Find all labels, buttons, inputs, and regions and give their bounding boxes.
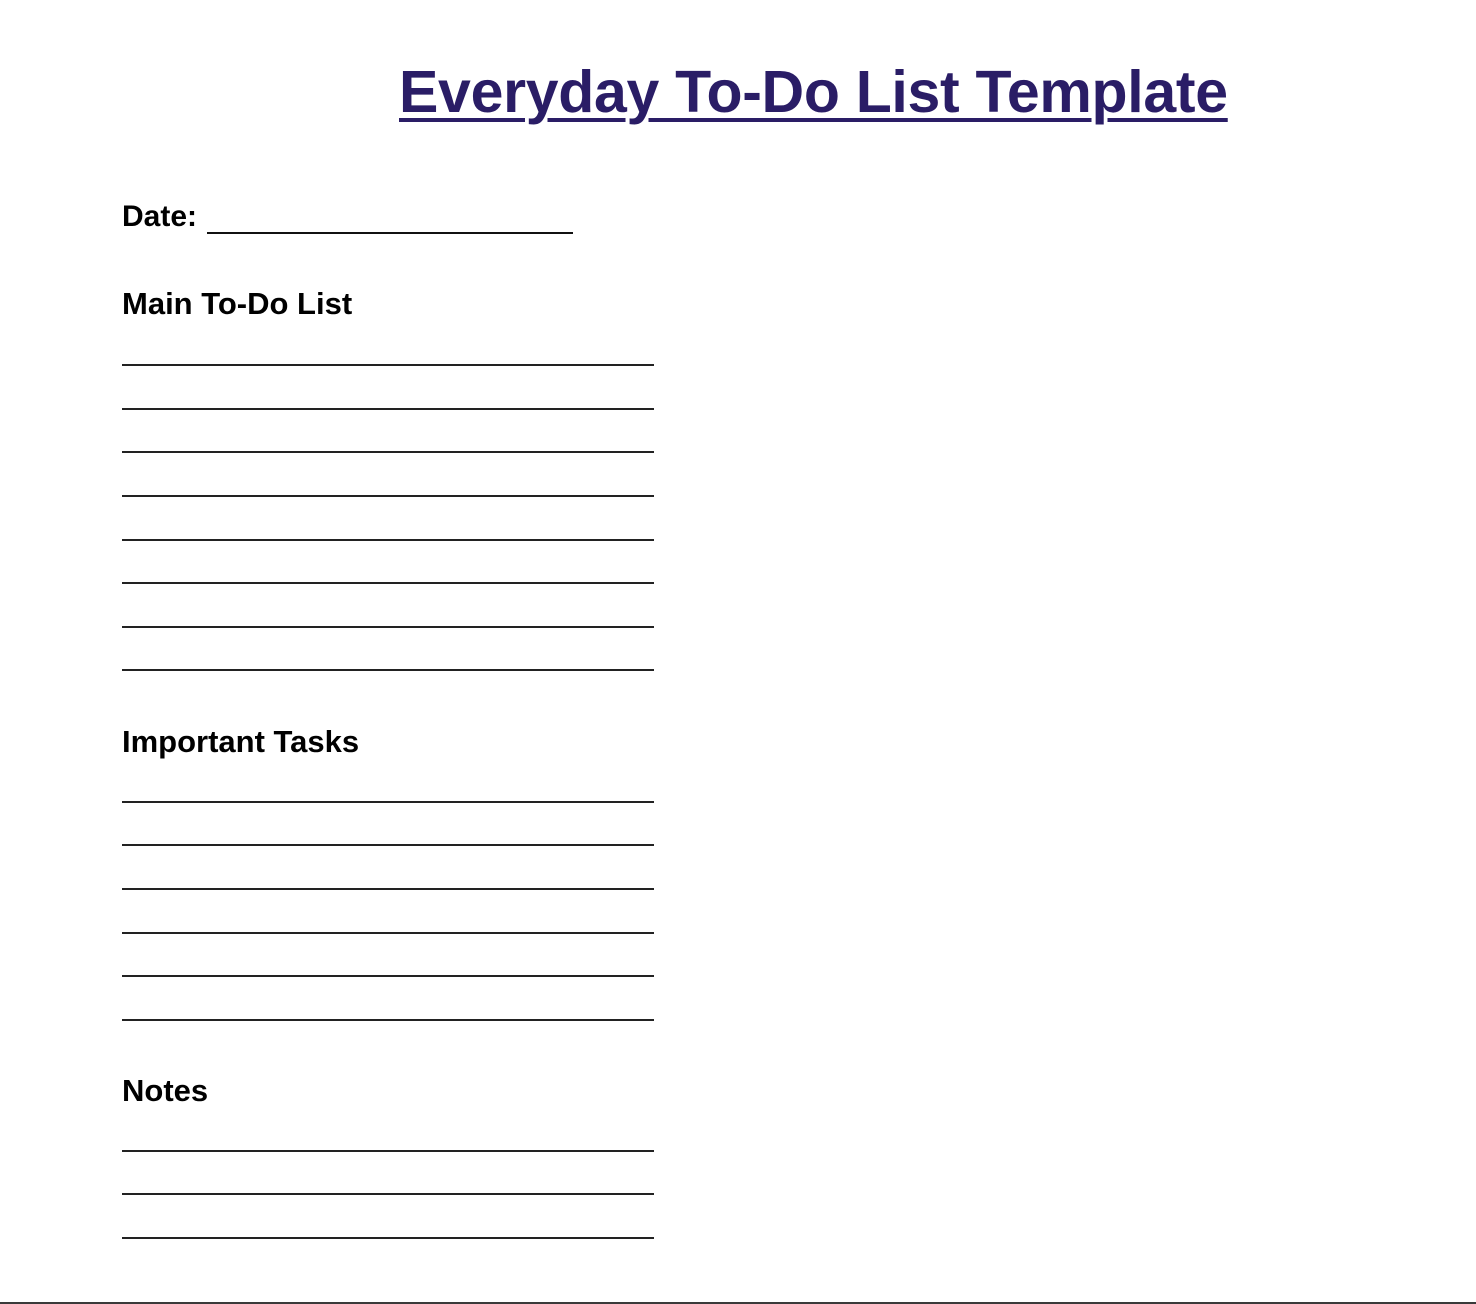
date-label: Date: xyxy=(122,200,198,233)
notes-line[interactable] xyxy=(122,1150,654,1152)
main-todo-line[interactable] xyxy=(122,626,654,628)
main-todo-line[interactable] xyxy=(122,582,654,584)
important-tasks-heading: Important Tasks xyxy=(122,724,360,759)
main-todo-line[interactable] xyxy=(122,495,654,497)
important-task-line[interactable] xyxy=(122,801,654,803)
notes-line[interactable] xyxy=(122,1193,654,1195)
date-field[interactable] xyxy=(207,200,574,234)
main-todo-heading: Main To-Do List xyxy=(122,286,353,321)
main-todo-line[interactable] xyxy=(122,669,654,671)
main-todo-line[interactable] xyxy=(122,451,654,453)
notes-heading: Notes xyxy=(122,1073,209,1108)
date-row: Date: xyxy=(122,200,574,234)
important-task-line[interactable] xyxy=(122,844,654,846)
main-todo-line[interactable] xyxy=(122,364,654,366)
important-task-line[interactable] xyxy=(122,932,654,934)
notes-line[interactable] xyxy=(122,1237,654,1239)
main-todo-line[interactable] xyxy=(122,539,654,541)
important-task-line[interactable] xyxy=(122,975,654,977)
document-title: Everyday To-Do List Template xyxy=(399,59,1228,125)
important-task-line[interactable] xyxy=(122,1019,654,1021)
main-todo-line[interactable] xyxy=(122,408,654,410)
important-task-line[interactable] xyxy=(122,888,654,890)
